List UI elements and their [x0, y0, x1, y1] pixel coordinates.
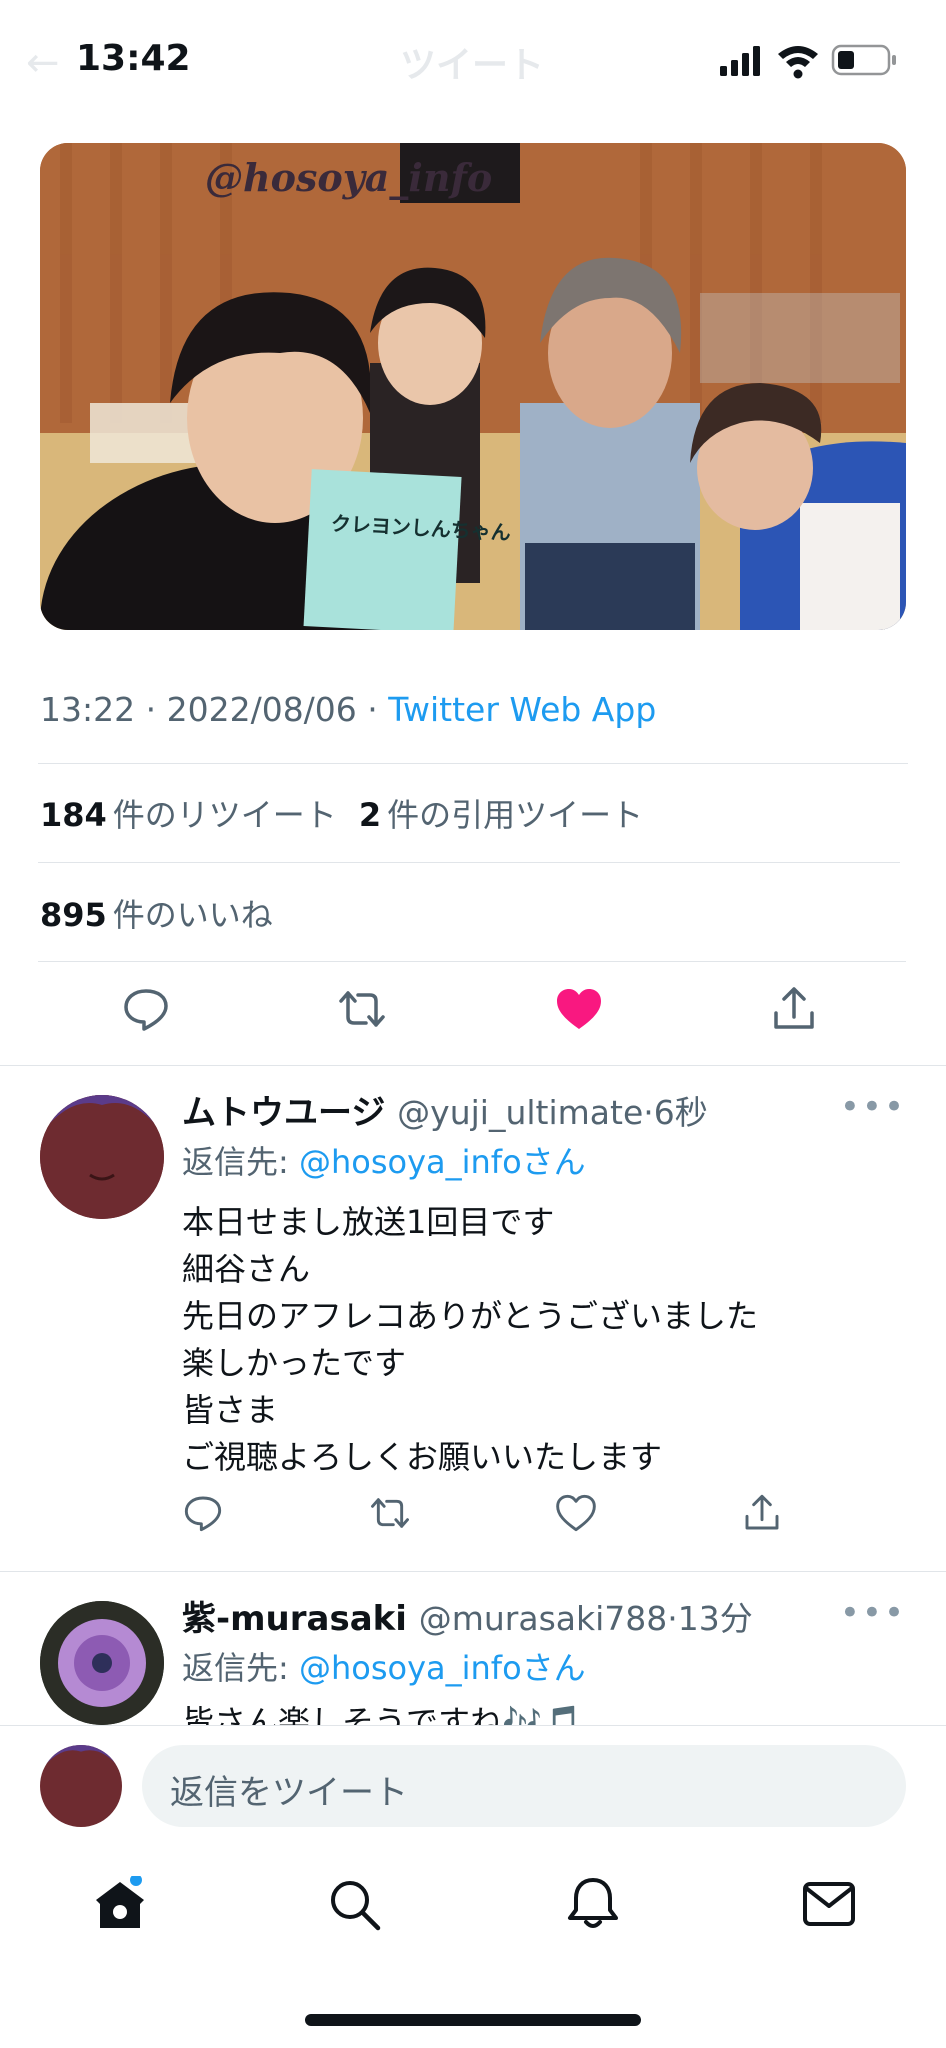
divider: [38, 862, 900, 863]
retweet-icon[interactable]: [370, 1493, 410, 1533]
home-indicator[interactable]: [305, 2014, 641, 2026]
reply-time-sep: ·: [667, 1599, 678, 1638]
divider: [38, 961, 906, 962]
status-bar: ← ツイート 13:42: [0, 0, 946, 118]
reply-author-name[interactable]: 紫-murasaki: [182, 1599, 407, 1639]
reply-icon[interactable]: [183, 1493, 223, 1533]
reply-to-mention[interactable]: @hosoya_infoさん: [299, 1143, 586, 1181]
share-icon[interactable]: [742, 1493, 782, 1533]
reply-to-label: 返信先:: [182, 1649, 299, 1687]
reply-author-name[interactable]: ムトウユージ: [182, 1093, 385, 1133]
quotes-link[interactable]: 2 件の引用ツイート: [359, 796, 643, 834]
tweet-source-link[interactable]: Twitter Web App: [388, 690, 656, 729]
reply-to-line: 返信先: @hosoya_infoさん: [182, 1137, 586, 1183]
like-icon-filled[interactable]: [555, 985, 603, 1033]
retweet-label: 件のリツイート: [112, 796, 337, 834]
reply-to-mention[interactable]: @hosoya_infoさん: [299, 1649, 586, 1687]
battery-icon: [831, 44, 896, 76]
wifi-icon: [778, 46, 818, 79]
like-count: 895: [40, 896, 107, 934]
tweet-date: 2022/08/06: [166, 690, 357, 729]
photo-watermark: @hosoya_info: [205, 155, 493, 200]
avatar[interactable]: [40, 1745, 122, 1827]
notifications-icon[interactable]: [566, 1876, 620, 1932]
more-options-icon[interactable]: •••: [840, 1593, 906, 1633]
messages-icon[interactable]: [802, 1880, 856, 1928]
reply-author-line: 紫-murasaki @murasaki788·13分: [182, 1591, 753, 1640]
reply-tweet[interactable]: 紫-murasaki @murasaki788·13分 ••• 返信先: @ho…: [0, 1571, 946, 1725]
reply-to-label: 返信先:: [182, 1143, 299, 1181]
avatar[interactable]: [40, 1095, 164, 1219]
like-icon[interactable]: [556, 1493, 596, 1533]
reply-time: 6秒: [653, 1093, 708, 1132]
faded-header-title: ツイート: [400, 45, 545, 86]
reply-tweet[interactable]: ムトウユージ @yuji_ultimate·6秒 ••• 返信先: @hosoy…: [0, 1065, 946, 1570]
quote-count: 2: [358, 796, 382, 834]
reply-body: 皆さん楽しそうですね🎶🎵: [182, 1703, 582, 1725]
share-icon[interactable]: [770, 985, 818, 1033]
cellular-signal-icon: [720, 46, 760, 76]
retweet-icon[interactable]: [338, 985, 386, 1033]
reply-author-handle[interactable]: @yuji_ultimate: [397, 1093, 643, 1132]
reply-time: 13分: [677, 1599, 753, 1638]
search-icon[interactable]: [328, 1878, 382, 1932]
home-notification-dot: [130, 1876, 142, 1886]
home-icon[interactable]: [92, 1876, 148, 1932]
retweet-count: 184: [40, 796, 107, 834]
avatar-illustration: [40, 1745, 122, 1827]
reply-author-handle[interactable]: @murasaki788: [419, 1599, 668, 1638]
more-options-icon[interactable]: •••: [840, 1087, 906, 1127]
status-time: 13:42: [76, 38, 191, 79]
retweets-link[interactable]: 184 件のリツイート: [40, 796, 337, 834]
tweet-time: 13:22: [40, 690, 136, 729]
quote-label: 件の引用ツイート: [387, 796, 644, 834]
tweet-photo[interactable]: クレヨンしんちゃん @hosoya_info: [40, 143, 906, 630]
retweet-stats: 184 件のリツイート 2 件の引用ツイート: [40, 790, 643, 836]
reply-body: 本日せまし放送1回目です 細谷さん 先日のアフレコありがとうございました 楽しか…: [182, 1203, 759, 1476]
avatar[interactable]: [40, 1601, 164, 1725]
reply-input-placeholder: 返信をツイート: [170, 1773, 408, 1813]
like-label: 件のいいね: [112, 896, 273, 934]
likes-link[interactable]: 895 件のいいね: [40, 890, 273, 936]
reply-time-sep: ·: [643, 1093, 654, 1132]
status-icons: [720, 44, 896, 79]
reply-to-line: 返信先: @hosoya_infoさん: [182, 1643, 586, 1689]
back-arrow-icon[interactable]: ←: [26, 40, 60, 86]
reply-icon[interactable]: [122, 985, 170, 1033]
avatar-illustration: [40, 1601, 164, 1725]
divider: [38, 763, 908, 764]
tab-bar: [0, 1836, 946, 1966]
reply-author-line: ムトウユージ @yuji_ultimate·6秒: [182, 1085, 708, 1134]
tweet-action-bar: [0, 985, 946, 1045]
avatar-illustration: [40, 1095, 164, 1219]
photo-illustration: クレヨンしんちゃん: [40, 143, 906, 630]
tweet-timestamp-line: 13:22 · 2022/08/06 · Twitter Web App: [40, 690, 657, 729]
